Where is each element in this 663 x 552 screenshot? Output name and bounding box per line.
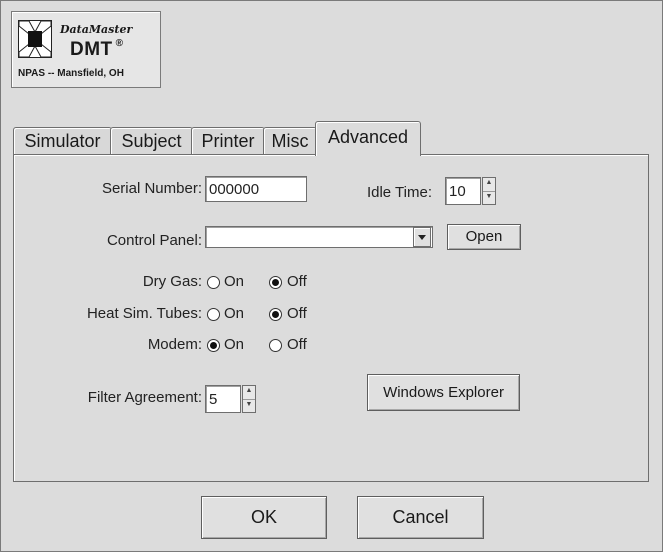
dmt-settings-window: DataMaster DMT ® NPAS -- Mansfield, OH Si… [0,0,663,552]
serial-number-label: Serial Number: [101,180,202,197]
open-button[interactable]: Open [447,224,521,250]
modem-off-radio[interactable] [269,339,282,352]
tab-simulator[interactable]: Simulator [13,127,112,155]
tab-subject[interactable]: Subject [110,127,193,155]
heat-sim-tubes-label: Heat Sim. Tubes: [86,305,202,322]
spin-down-arrow-icon[interactable]: ▼ [483,191,495,204]
filter-agreement-label: Filter Agreement: [87,389,202,406]
tab-printer[interactable]: Printer [191,127,265,155]
filter-agreement-input[interactable] [205,385,241,413]
datamaster-logo: DataMaster DMT ® NPAS -- Mansfield, OH [11,11,161,88]
tab-misc[interactable]: Misc [263,127,317,155]
dry-gas-off-radio[interactable] [269,276,282,289]
advanced-tab-panel: Serial Number: Idle Time: ▲ ▼ Control Pa… [13,154,649,482]
dry-gas-off-label: Off [287,273,307,290]
modem-off-label: Off [287,336,307,353]
dry-gas-on-label: On [224,273,245,290]
modem-on-radio[interactable] [207,339,220,352]
spin-up-arrow-icon[interactable]: ▲ [483,178,495,191]
cancel-button[interactable]: Cancel [357,496,484,539]
logo-product-text: DMT [70,39,113,60]
heat-sim-tubes-on-radio[interactable] [207,308,220,321]
serial-number-input[interactable] [205,176,307,202]
heat-sim-tubes-off-radio[interactable] [269,308,282,321]
idle-time-label: Idle Time: [366,184,432,201]
spin-up-arrow-icon[interactable]: ▲ [243,386,255,399]
dry-gas-label: Dry Gas: [142,273,202,290]
ok-button[interactable]: OK [201,496,327,539]
idle-time-input[interactable] [445,177,481,205]
chevron-down-icon[interactable] [413,227,431,247]
logo-brand-text: DataMaster [60,23,133,36]
logo-location-text: NPAS -- Mansfield, OH [18,68,124,79]
tab-advanced[interactable]: Advanced [315,121,421,156]
control-panel-select[interactable] [205,226,433,248]
windows-explorer-button[interactable]: Windows Explorer [367,374,520,411]
heat-sim-tubes-off-label: Off [287,305,307,322]
logo-product-name: DMT ® [70,38,124,61]
filter-agreement-spinner: ▲ ▼ [242,385,256,413]
dmt-logo-icon [18,20,52,58]
modem-label: Modem: [147,336,202,353]
registered-mark: ® [115,38,124,49]
modem-on-label: On [224,336,245,353]
idle-time-spinner: ▲ ▼ [482,177,496,205]
heat-sim-tubes-on-label: On [224,305,245,322]
dry-gas-on-radio[interactable] [207,276,220,289]
control-panel-label: Control Panel: [106,232,202,249]
spin-down-arrow-icon[interactable]: ▼ [243,399,255,412]
